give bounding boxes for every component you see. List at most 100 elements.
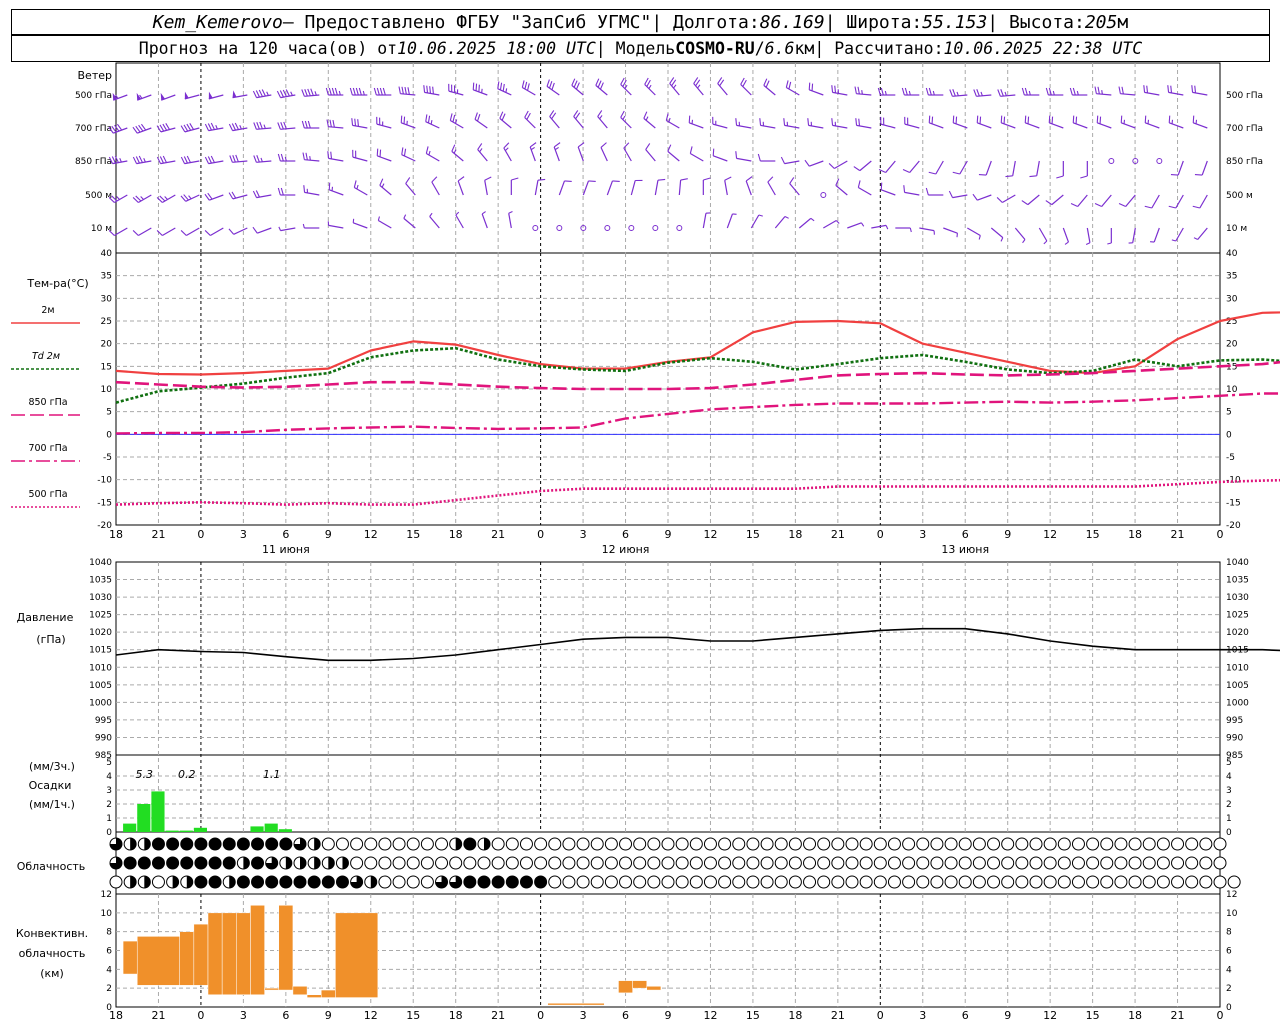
wind-barb-flag <box>497 81 500 89</box>
wind-barb-shaft <box>162 194 176 204</box>
wind-barb-shaft <box>967 227 981 237</box>
temp-tick-right: 30 <box>1226 294 1238 304</box>
pres-tick-left: 1040 <box>89 558 112 568</box>
wind-barb-flag <box>976 89 980 97</box>
wind-barb-shaft <box>767 181 776 196</box>
cloud-cover-symbol <box>151 875 165 889</box>
time-tick-top: 21 <box>1171 528 1185 541</box>
wind-barb <box>1000 115 1016 129</box>
wind-barb-flag <box>252 190 258 198</box>
wind-barb-flag <box>349 87 353 96</box>
wind-barb-half-flag <box>481 211 486 215</box>
wind-barb-shaft <box>760 124 776 129</box>
wind-barb-shaft <box>503 147 512 162</box>
wind-barb <box>1191 85 1208 96</box>
wind-barb <box>328 182 344 196</box>
wind-barb-flag <box>1094 203 1102 207</box>
wind-panel-title: Ветер <box>78 69 112 82</box>
cloud-cover-symbol <box>604 837 618 851</box>
wind-barb-half-flag <box>504 147 509 152</box>
prec-tick-right: 2 <box>1226 800 1232 810</box>
wind-barb-shaft <box>724 180 728 196</box>
wind-barb <box>1021 87 1040 96</box>
wind-barb-flag <box>831 85 834 93</box>
wind-barb <box>327 221 344 229</box>
wind-barb-shaft <box>654 180 659 196</box>
wind-barb-flag <box>1075 116 1078 124</box>
precip-bar <box>123 823 137 832</box>
cloud-cover-symbol <box>732 837 746 851</box>
wind-barb-half-flag <box>116 196 120 200</box>
temp-series-line <box>115 346 1280 404</box>
wind-barb-flag <box>132 230 139 236</box>
wind-barb-flag <box>352 149 354 158</box>
wind-barb-shaft <box>1073 122 1088 129</box>
wind-barb <box>180 227 200 237</box>
wind-barb-flag <box>665 113 669 121</box>
wind-barb-half-flag <box>1022 239 1026 244</box>
wind-barb <box>1150 227 1160 243</box>
wind-barb-shaft <box>257 227 272 234</box>
wind-barb-shaft <box>405 183 416 196</box>
wind-barb-flag <box>1143 85 1146 93</box>
wind-barb <box>108 155 128 165</box>
wind-barb <box>253 155 272 163</box>
wind-barb-shaft <box>457 180 464 196</box>
cloud-cover-symbol <box>406 837 420 851</box>
wind-barb-shaft <box>953 122 968 129</box>
wind-barb-flag <box>1027 116 1030 124</box>
time-tick-top: 12 <box>1043 528 1057 541</box>
wind-barb <box>229 154 248 163</box>
prec-tick-left: 5 <box>106 758 112 768</box>
wind-calm-mark <box>604 225 611 231</box>
cloud-cover-symbol <box>534 837 548 851</box>
wind-barb-shaft <box>352 156 368 162</box>
cloud-cover-symbol <box>477 856 491 870</box>
wind-barb-half-flag <box>1000 237 1004 242</box>
wind-barb <box>156 227 176 237</box>
wind-barb-flag <box>976 115 979 123</box>
cloud-cover-symbol <box>208 856 222 870</box>
cloud-cover-fill <box>314 857 321 869</box>
cloud-cover-symbol <box>1100 856 1114 870</box>
wind-barb-shaft <box>600 147 608 162</box>
cloud-cover-symbol <box>760 837 774 851</box>
cloud-cover-symbol <box>817 875 831 889</box>
time-tick-bottom: 21 <box>831 1009 845 1022</box>
wind-barb-pennant <box>208 91 213 99</box>
prec-tick-left: 3 <box>106 786 112 796</box>
wind-barb-shaft <box>859 160 872 172</box>
wind-barb <box>472 82 488 96</box>
wind-barb <box>847 222 865 229</box>
wind-barb-shaft <box>847 222 862 229</box>
wind-barb-flag <box>972 193 978 201</box>
wind-barb-shaft <box>726 213 734 229</box>
pres-tick-right: 1025 <box>1226 611 1249 621</box>
wind-barb <box>831 85 848 96</box>
wind-barb <box>352 149 368 162</box>
cloud-cover-symbol <box>916 837 930 851</box>
cloud-cover-symbol <box>123 856 137 870</box>
cloud-cover-symbol <box>137 856 151 870</box>
wind-barb-flag <box>276 90 282 98</box>
wind-barb-flag <box>1045 87 1049 96</box>
wind-barb <box>1168 194 1184 209</box>
wind-barb-half-flag <box>980 91 983 96</box>
wind-barb-shaft <box>880 123 896 129</box>
wind-barb-flag <box>351 118 354 126</box>
wind-barb <box>702 177 711 195</box>
cloud-cover-symbol <box>958 856 972 870</box>
precip-bar <box>165 830 179 832</box>
wind-barb-flag <box>253 122 257 130</box>
date-label: 12 июня <box>602 543 650 556</box>
wind-barb-flag <box>511 177 519 181</box>
wind-barb-flag <box>904 87 908 96</box>
wind-calm-mark <box>1156 158 1163 164</box>
cloud-cover-symbol <box>972 856 986 870</box>
wind-barb-shaft <box>1002 194 1016 204</box>
wind-barb <box>735 118 752 129</box>
time-tick-bottom: 6 <box>622 1009 629 1022</box>
cloud-cover-symbol <box>845 875 859 889</box>
wind-barb-shaft <box>1144 91 1160 96</box>
temp-tick-left: 5 <box>106 408 112 418</box>
